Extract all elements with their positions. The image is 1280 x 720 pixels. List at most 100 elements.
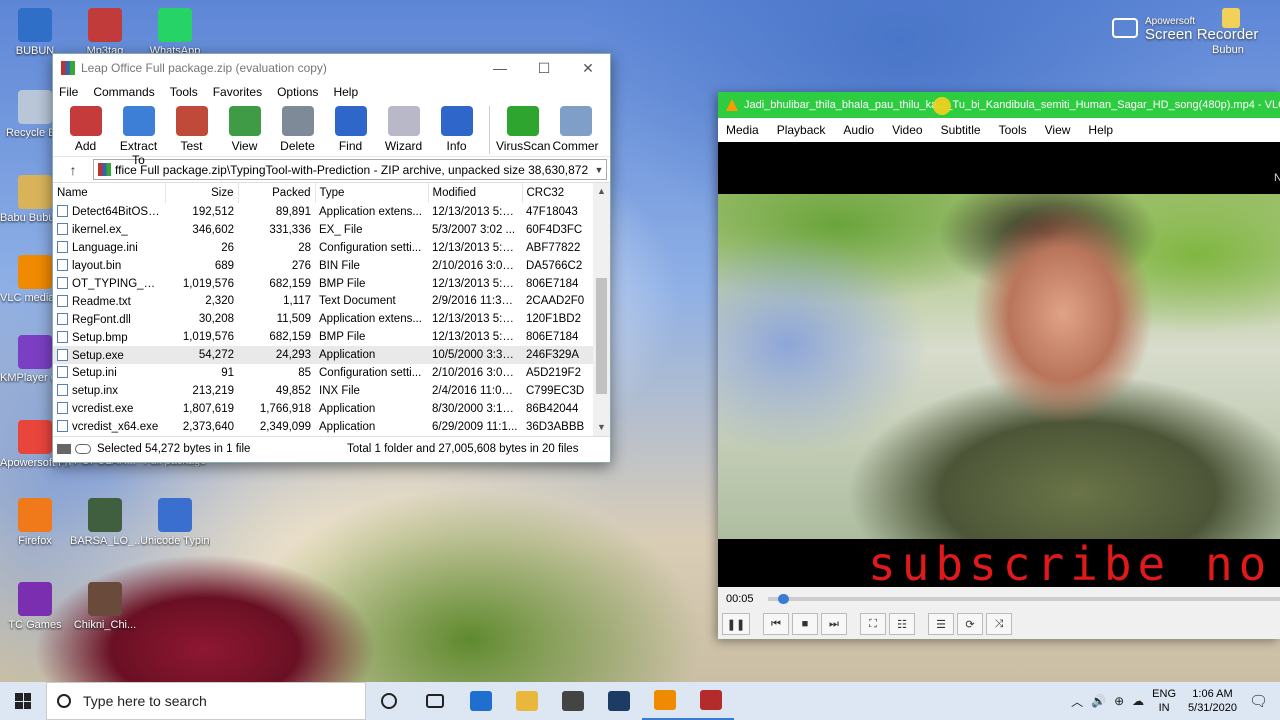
toolbar-button[interactable]: Find <box>324 102 377 153</box>
volume-icon[interactable]: 🔊 <box>1091 694 1106 708</box>
stop-button[interactable]: ■ <box>792 613 818 635</box>
menu-item[interactable]: Favorites <box>213 85 262 99</box>
menu-item[interactable]: Tools <box>170 85 198 99</box>
menu-item[interactable]: Options <box>277 85 318 99</box>
vlc-menu-item[interactable]: Subtitle <box>941 123 981 137</box>
start-button[interactable] <box>0 682 46 720</box>
taskbar-app-mail[interactable] <box>550 682 596 720</box>
loop-button[interactable]: ⟳ <box>957 613 983 635</box>
table-row[interactable]: Language.ini 26 28 Configuration setti... 12… <box>53 239 593 257</box>
extended-settings-button[interactable]: ☷ <box>889 613 915 635</box>
vlc-menu-item[interactable]: Playback <box>777 123 826 137</box>
taskbar-search[interactable]: Type here to search <box>46 682 366 720</box>
taskbar-app-vlc[interactable] <box>642 682 688 720</box>
camera-icon <box>1112 18 1138 38</box>
desktop-icon[interactable]: BARSA_LO_... <box>70 498 140 547</box>
seek-bar[interactable] <box>767 594 1280 604</box>
cell-size: 2,373,640 <box>182 420 234 433</box>
table-row[interactable]: setup.inx 213,219 49,852 INX File 2/4/2016 1… <box>53 382 593 400</box>
network-icon[interactable]: ⊕ <box>1114 694 1124 708</box>
vlc-menu-item[interactable]: View <box>1045 123 1071 137</box>
search-icon <box>57 694 71 708</box>
desktop-icon[interactable]: BUBUN <box>0 8 70 57</box>
table-row[interactable]: ikernel.ex_ 346,602 331,336 EX_ File 5/3/200… <box>53 221 593 239</box>
mp3tag-icon <box>88 8 122 42</box>
desktop-icon[interactable]: Unicode Typing Tool <box>140 498 210 547</box>
toolbar-button[interactable]: Wizard <box>377 102 430 153</box>
desktop-icon[interactable]: WhatsApp <box>140 8 210 57</box>
vertical-scrollbar[interactable]: ▲ ▼ <box>593 183 610 436</box>
column-header[interactable]: Modified <box>428 183 523 203</box>
notification-icon[interactable]: 🗨 <box>1249 692 1268 710</box>
table-row[interactable]: layout.bin 689 276 BIN File 2/10/2016 3:06 .… <box>53 257 593 275</box>
vlc-menu-item[interactable]: Video <box>892 123 922 137</box>
shuffle-button[interactable]: ⤨ <box>986 613 1012 635</box>
desktop-icon[interactable]: TC Games <box>0 582 70 631</box>
minimize-button[interactable]: — <box>478 54 522 82</box>
taskbar-app-winrar[interactable] <box>688 682 734 720</box>
taskbar-app-task-view[interactable] <box>412 682 458 720</box>
cell-size: 213,219 <box>192 384 234 397</box>
next-button[interactable]: ⏭ <box>821 613 847 635</box>
column-header[interactable]: CRC32 <box>522 183 594 203</box>
taskbar-app-photoshop[interactable] <box>596 682 642 720</box>
toolbar-button[interactable]: Info <box>430 102 483 153</box>
fullscreen-button[interactable]: ⛶ <box>860 613 886 635</box>
winrar-titlebar[interactable]: Leap Office Full package.zip (evaluation… <box>53 54 610 82</box>
close-button[interactable]: ✕ <box>566 54 610 82</box>
toolbar-button[interactable]: Add <box>59 102 112 153</box>
cortana-button[interactable] <box>366 682 412 720</box>
video-area[interactable]: N subscribe no <box>718 142 1280 587</box>
desktop-icon[interactable]: Mp3tag <box>70 8 140 57</box>
column-header[interactable]: Size <box>165 183 239 203</box>
scroll-thumb[interactable] <box>596 278 607 394</box>
weather-icon[interactable]: ☁ <box>1132 694 1144 708</box>
maximize-button[interactable]: ☐ <box>522 54 566 82</box>
table-row[interactable]: Setup.exe 54,272 24,293 Application 10/5/200… <box>53 346 593 365</box>
scroll-down-icon[interactable]: ▼ <box>593 419 610 436</box>
toolbar-button[interactable]: VirusScan <box>496 102 550 153</box>
table-row[interactable]: vcredist.exe 1,807,619 1,766,918 Applicatio… <box>53 400 593 418</box>
vlc-menu-item[interactable]: Tools <box>999 123 1027 137</box>
scroll-up-icon[interactable]: ▲ <box>593 183 610 200</box>
taskbar-app-edge[interactable] <box>458 682 504 720</box>
toolbar-button[interactable]: Commer <box>549 102 602 153</box>
menu-item[interactable]: File <box>59 85 78 99</box>
file-name: Detect64BitOS_... <box>72 206 165 219</box>
playlist-button[interactable]: ☰ <box>928 613 954 635</box>
table-row[interactable]: RegFont.dll 30,208 11,509 Application exten… <box>53 310 593 328</box>
up-arrow-icon[interactable]: ↑ <box>53 162 93 178</box>
chevron-up-icon[interactable]: ︿ <box>1071 693 1083 710</box>
table-row[interactable]: vcredist_x64.exe 2,373,640 2,349,099 Applic… <box>53 418 593 436</box>
vlc-menu-item[interactable]: Media <box>726 123 759 137</box>
table-row[interactable]: Setup.ini 91 85 Configuration setti... 2/10/… <box>53 364 593 382</box>
table-row[interactable]: OT_TYPING_TOO... 1,019,576 682,159 BMP File… <box>53 275 593 293</box>
table-row[interactable]: Readme.txt 2,320 1,117 Text Document 2/9/201… <box>53 292 593 310</box>
vlc-titlebar[interactable]: Jadi_bhulibar_thila_bhala_pau_thilu_ka..… <box>718 92 1280 118</box>
pause-button[interactable]: ❚❚ <box>722 613 750 635</box>
toolbar-button[interactable]: View <box>218 102 271 153</box>
toolbar-button[interactable]: Extract To <box>112 102 165 167</box>
clock[interactable]: 1:06 AM 5/31/2020 <box>1188 687 1237 715</box>
language-indicator[interactable]: ENG IN <box>1152 687 1176 715</box>
column-header[interactable]: Name <box>53 183 166 203</box>
seek-knob[interactable] <box>777 594 789 604</box>
desktop-icon[interactable]: Firefox <box>0 498 70 547</box>
menu-item[interactable]: Commands <box>93 85 154 99</box>
toolbar-button[interactable]: Delete <box>271 102 324 153</box>
vlc-menu-item[interactable]: Help <box>1088 123 1113 137</box>
menu-item[interactable]: Help <box>333 85 358 99</box>
table-row[interactable]: Detect64BitOS_... 192,512 89,891 Applicatio… <box>53 203 593 221</box>
taskbar-app-file-explorer[interactable] <box>504 682 550 720</box>
path-combobox[interactable]: ffice Full package.zip\TypingTool-with-P… <box>93 159 607 180</box>
column-header[interactable]: Type <box>315 183 429 203</box>
column-header[interactable]: Packed <box>238 183 316 203</box>
cell-packed: 331,336 <box>269 223 311 236</box>
previous-button[interactable]: ⏮ <box>763 613 789 635</box>
toolbar-button[interactable]: Test <box>165 102 218 153</box>
vlc-menu-item[interactable]: Audio <box>843 123 874 137</box>
table-row[interactable]: Setup.bmp 1,019,576 682,159 BMP File 12/13/2… <box>53 328 593 346</box>
file-icon <box>57 330 68 343</box>
chevron-down-icon[interactable]: ▼ <box>592 165 606 175</box>
desktop-icon[interactable]: Chikni_Chi... <box>70 582 140 631</box>
